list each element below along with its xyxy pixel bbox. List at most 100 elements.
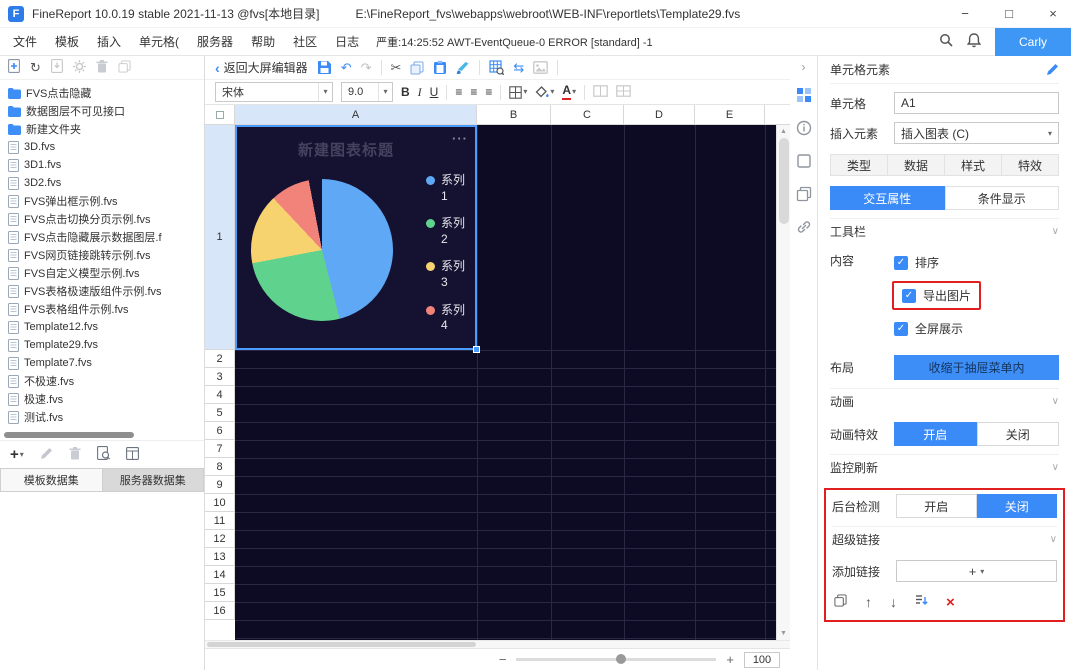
tree-file[interactable]: FVS表格极速版组件示例.fvs: [0, 282, 204, 300]
scroll-down-icon[interactable]: ▼: [777, 627, 790, 640]
chart-menu-dots-icon[interactable]: ···: [452, 131, 468, 146]
tree-file[interactable]: 3D2.fvs: [0, 174, 204, 192]
back-to-dashboard-button[interactable]: ‹ 返回大屏编辑器: [215, 59, 308, 76]
toggle-on-button[interactable]: 开启: [896, 494, 977, 518]
toggle-on-button[interactable]: 开启: [894, 422, 977, 446]
tree-folder[interactable]: 数据图层不可见接口: [0, 102, 204, 120]
border-button[interactable]: ▾: [509, 85, 527, 99]
import-icon[interactable]: [50, 59, 63, 76]
tree-scrollbar[interactable]: [4, 432, 134, 438]
row-number[interactable]: 3: [205, 368, 235, 386]
zoom-out-button[interactable]: −: [499, 653, 507, 666]
copy-button[interactable]: [410, 61, 424, 75]
italic-button[interactable]: I: [418, 86, 422, 98]
edit-pencil-icon[interactable]: [40, 447, 53, 463]
dataset-tab[interactable]: 服务器数据集: [102, 468, 204, 492]
horizontal-scrollbar[interactable]: [205, 640, 790, 648]
horizontal-scroll-thumb[interactable]: [207, 642, 477, 647]
menu-item[interactable]: 单元格(: [130, 28, 188, 56]
column-header[interactable]: E: [695, 105, 765, 124]
new-template-icon[interactable]: [8, 59, 20, 76]
row-number[interactable]: 1: [205, 125, 235, 350]
panel-tab[interactable]: 类型: [830, 154, 888, 176]
tree-file[interactable]: FVS网页链接跳转示例.fvs: [0, 246, 204, 264]
paste-button[interactable]: [433, 60, 447, 75]
menu-item[interactable]: 模板: [46, 28, 88, 56]
sort-move-bottom-icon[interactable]: [915, 594, 928, 610]
tree-file[interactable]: Template12.fvs: [0, 318, 204, 336]
panel-subtab[interactable]: 条件显示: [944, 186, 1059, 210]
split-cells-icon[interactable]: [616, 84, 631, 100]
add-dataset-button[interactable]: + ▾: [10, 446, 24, 463]
table-search-icon[interactable]: [489, 60, 505, 75]
selection-resize-handle[interactable]: [473, 346, 480, 353]
layers-icon[interactable]: [796, 186, 812, 205]
section-animation-header[interactable]: 动画 ∨: [830, 388, 1059, 414]
insert-element-select[interactable]: 插入图表 (C) ▾: [894, 122, 1059, 144]
row-number[interactable]: 7: [205, 440, 235, 458]
panel-tab[interactable]: 数据: [888, 154, 945, 176]
info-icon[interactable]: [796, 120, 812, 139]
close-button[interactable]: ×: [1035, 0, 1071, 28]
dataset-tab[interactable]: 模板数据集: [0, 468, 103, 492]
font-color-button[interactable]: A ▾: [562, 84, 576, 100]
tree-file[interactable]: 3D.fvs: [0, 138, 204, 156]
save-button[interactable]: [317, 60, 332, 75]
menu-item[interactable]: 日志: [326, 28, 368, 56]
align-left-icon[interactable]: ≡: [455, 86, 462, 98]
row-number[interactable]: 13: [205, 548, 235, 566]
link-icon[interactable]: [796, 219, 812, 238]
toggle-off-button[interactable]: 关闭: [976, 494, 1057, 518]
chart-cell-a1[interactable]: 新建图表标题 ··· 系列1 系列2 系列3 系列4: [235, 125, 480, 353]
scroll-up-icon[interactable]: ▲: [777, 125, 790, 138]
checkbox-icon[interactable]: ✓: [894, 255, 908, 270]
copy-icon[interactable]: [118, 59, 131, 76]
panel-tab[interactable]: 样式: [945, 154, 1002, 176]
arrows-swap-icon[interactable]: ⇆: [513, 61, 524, 74]
toggle-off-button[interactable]: 关闭: [976, 422, 1059, 446]
menu-item[interactable]: 社区: [284, 28, 326, 56]
checkbox-icon[interactable]: ✓: [894, 321, 908, 336]
move-up-icon[interactable]: ↑: [865, 595, 872, 609]
menu-item[interactable]: 插入: [88, 28, 130, 56]
row-number[interactable]: 15: [205, 584, 235, 602]
maximize-button[interactable]: □: [991, 0, 1027, 28]
tree-file[interactable]: 3D1.fvs: [0, 156, 204, 174]
row-number[interactable]: 2: [205, 350, 235, 368]
section-toolbar-header[interactable]: 工具栏 ∨: [830, 218, 1059, 244]
row-number[interactable]: 12: [205, 530, 235, 548]
section-monitor-header[interactable]: 监控刷新 ∨: [830, 454, 1059, 480]
checkbox-icon[interactable]: ✓: [902, 288, 916, 303]
panel-subtab[interactable]: 交互属性: [830, 186, 945, 210]
redo-button[interactable]: ↷: [361, 61, 372, 74]
column-header[interactable]: A: [235, 105, 477, 124]
tree-folder[interactable]: FVS点击隐藏: [0, 84, 204, 102]
tree-file[interactable]: 不极速.fvs: [0, 372, 204, 390]
edit-pencil-icon[interactable]: [1046, 63, 1059, 76]
select-all-corner[interactable]: [205, 105, 235, 124]
board-icon[interactable]: [125, 446, 139, 463]
format-painter-button[interactable]: [456, 61, 470, 75]
cell-elements-icon[interactable]: [796, 87, 812, 106]
row-number[interactable]: 10: [205, 494, 235, 512]
trash-icon[interactable]: [69, 446, 81, 463]
copy-link-icon[interactable]: [834, 594, 847, 610]
widget-square-icon[interactable]: [796, 153, 812, 172]
tree-file[interactable]: 测试.fvs: [0, 408, 204, 426]
menu-item[interactable]: 文件: [4, 28, 46, 56]
bold-button[interactable]: B: [401, 86, 410, 98]
tree-folder[interactable]: 新建文件夹: [0, 120, 204, 138]
row-number[interactable]: 9: [205, 476, 235, 494]
column-header[interactable]: B: [477, 105, 551, 124]
font-size-select[interactable]: 9.0 ▾: [341, 82, 393, 102]
merge-cells-icon[interactable]: [593, 84, 608, 100]
row-number[interactable]: 6: [205, 422, 235, 440]
delete-icon[interactable]: [96, 59, 108, 76]
vertical-scrollbar[interactable]: ▲ ▼: [776, 125, 790, 640]
row-number[interactable]: 8: [205, 458, 235, 476]
add-link-select[interactable]: + ▾: [896, 560, 1057, 582]
zoom-in-button[interactable]: +: [726, 653, 734, 666]
settings-gear-icon[interactable]: [72, 59, 86, 76]
align-center-icon[interactable]: ≡: [470, 86, 477, 98]
undo-button[interactable]: ↶: [341, 61, 352, 74]
